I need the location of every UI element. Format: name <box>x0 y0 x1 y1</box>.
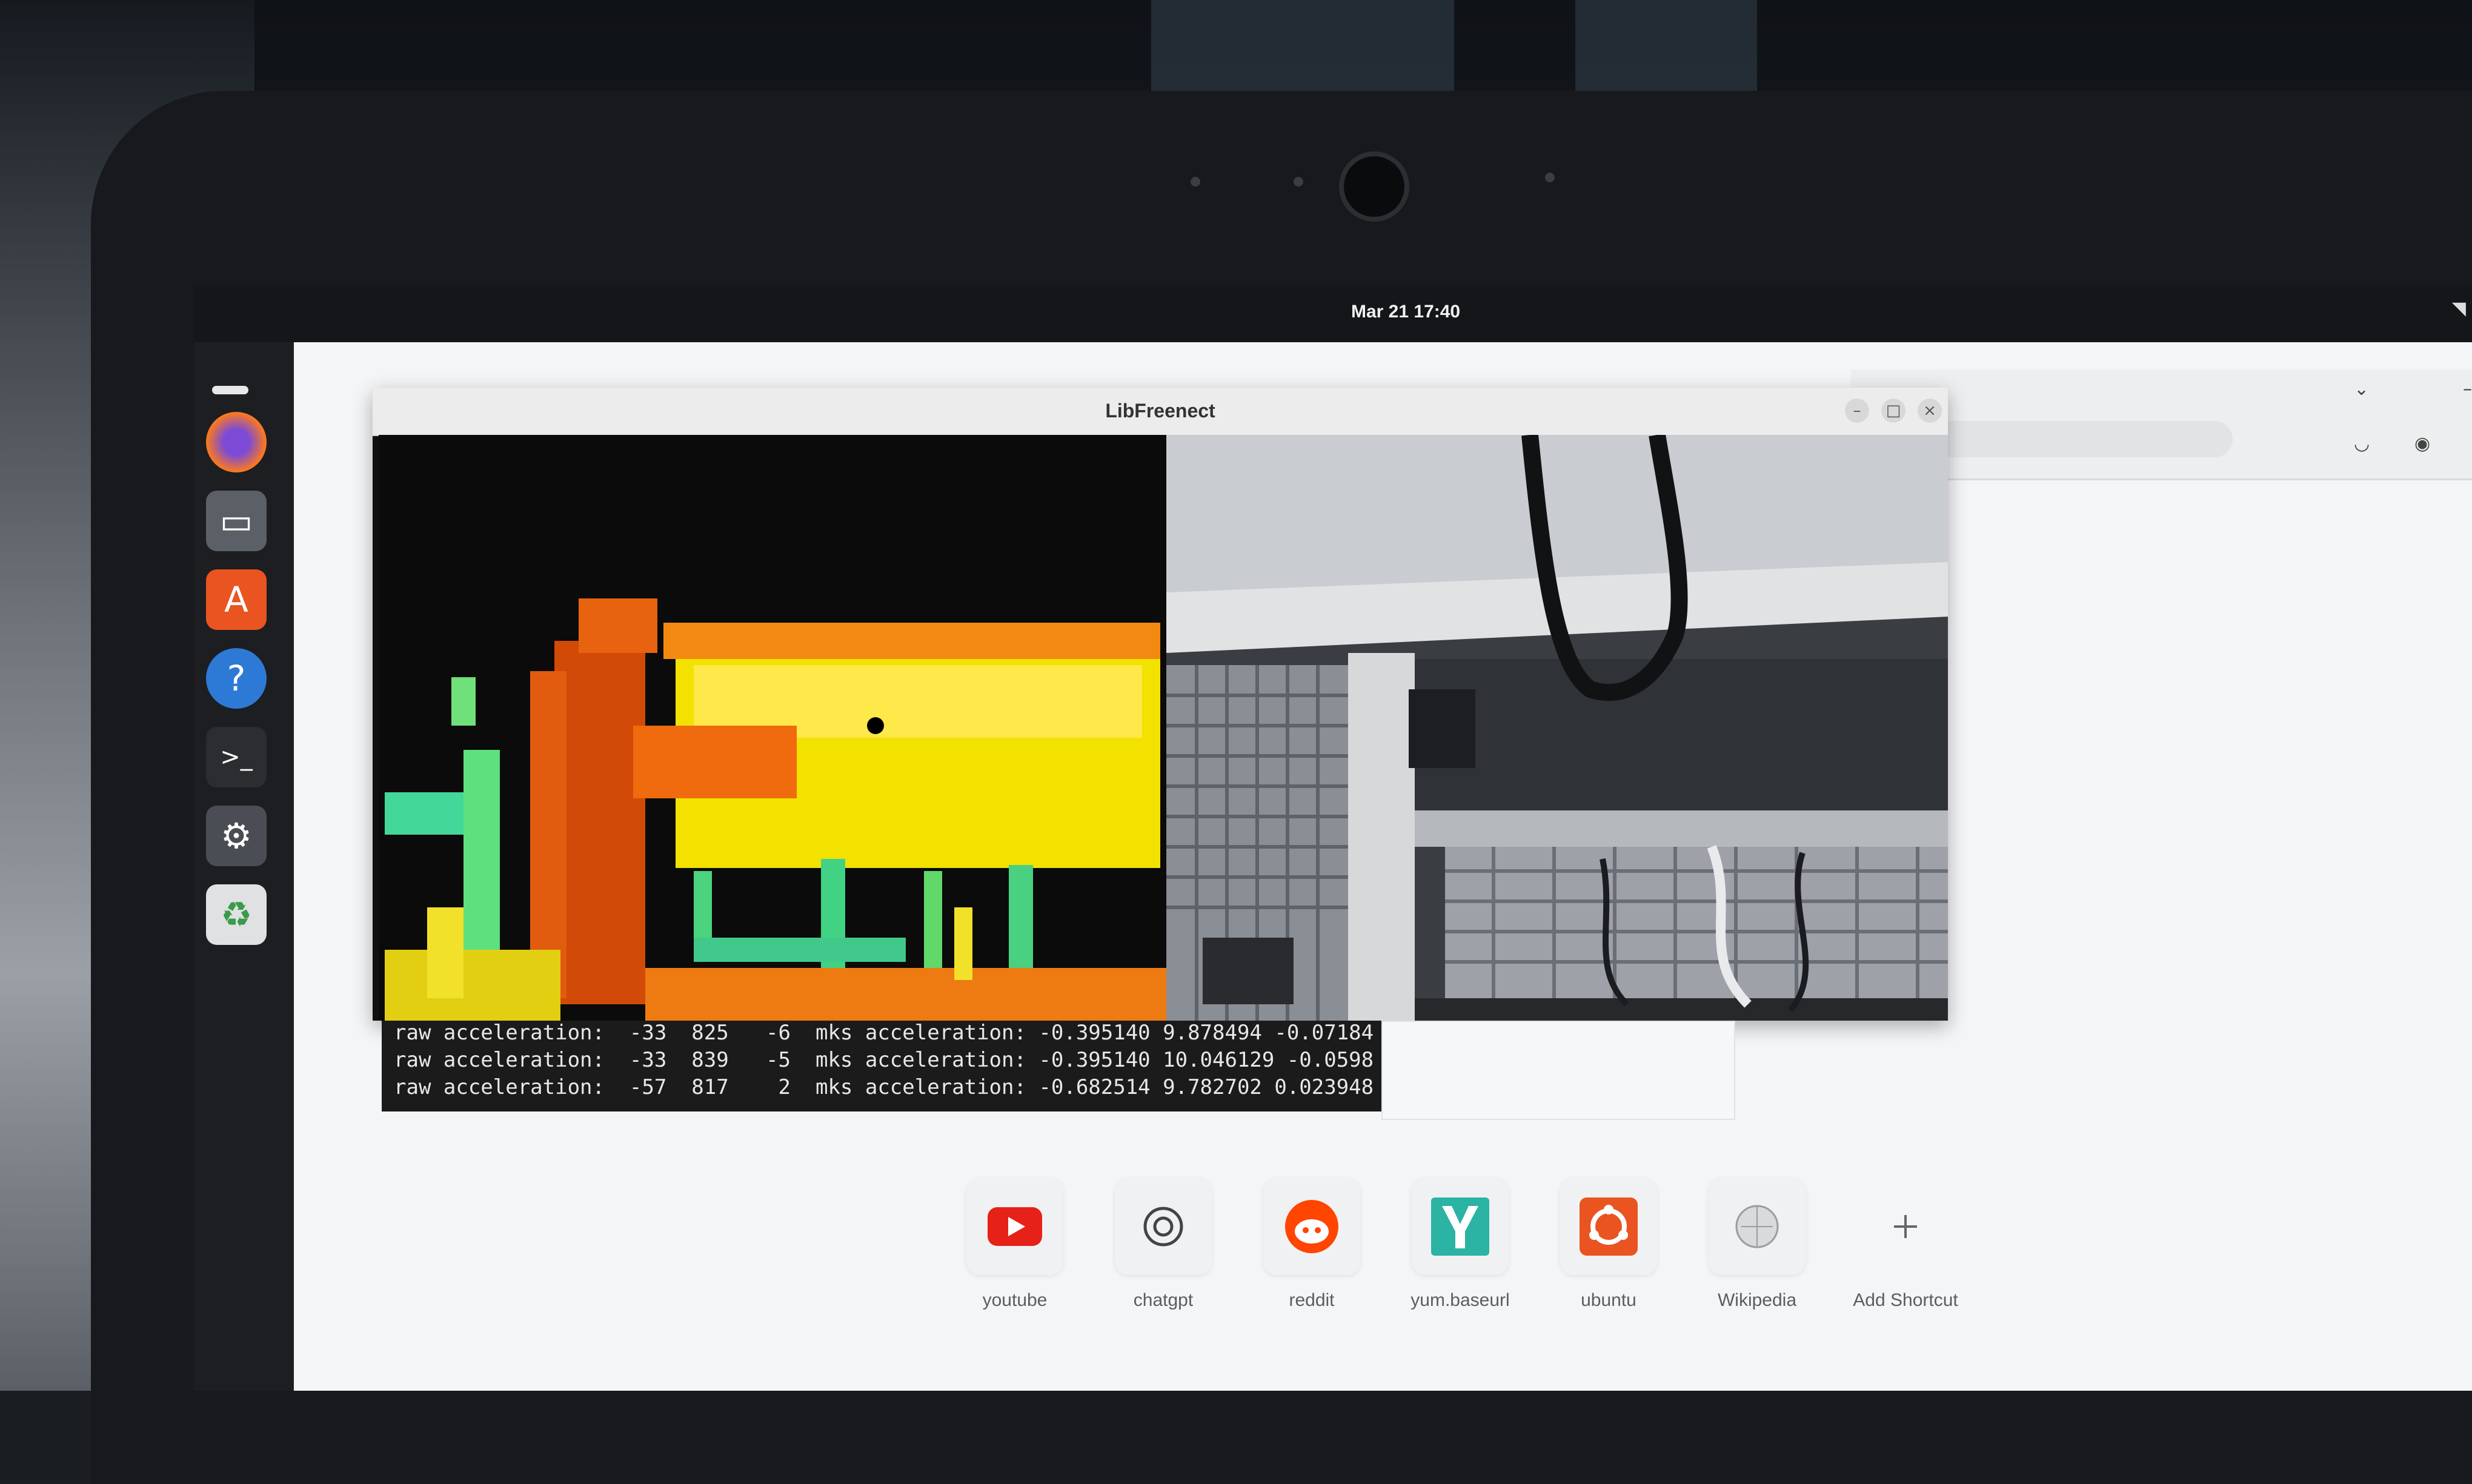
terminal-output[interactable]: raw acceleration: -33 825 -6 mks acceler… <box>382 1021 1381 1111</box>
activities-indicator[interactable] <box>212 386 248 394</box>
ubuntu-icon[interactable] <box>1560 1178 1657 1275</box>
shortcut-label: youtube <box>982 1290 1048 1310</box>
trash-icon[interactable]: ♻ <box>206 884 267 945</box>
sensor-dot <box>1545 173 1555 182</box>
firefox-icon[interactable] <box>206 412 267 472</box>
libfreenect-window[interactable]: LibFreenect – □ × <box>373 388 1948 1021</box>
background-panel <box>1381 1021 1735 1120</box>
webcam <box>1339 151 1409 222</box>
shortcut-label: Wikipedia <box>1717 1290 1797 1310</box>
depth-map-image <box>379 435 1166 1021</box>
wifi-icon[interactable]: ◥ <box>2452 298 2466 319</box>
maximize-button[interactable]: □ <box>1881 399 1905 423</box>
window-title: LibFreenect <box>1105 400 1215 422</box>
camera-image <box>1166 435 1948 1021</box>
shortcut-label: chatgpt <box>1133 1290 1194 1310</box>
terminal-line: raw acceleration: -57 817 2 mks accelera… <box>394 1075 1374 1099</box>
sensor-dot <box>1191 177 1200 187</box>
help-icon[interactable]: ? <box>206 648 267 709</box>
files-icon[interactable]: ▭ <box>206 491 267 551</box>
chevron-down-icon[interactable]: ⌄ <box>2354 379 2369 400</box>
terminal-line: raw acceleration: -33 825 -6 mks acceler… <box>394 1021 1374 1045</box>
shortcut-chatgpt[interactable]: chatgpt <box>1103 1178 1224 1323</box>
depth-view <box>379 435 1166 1021</box>
top-bar: Mar 21 17:40 ◥ <box>194 285 2472 342</box>
youtube-icon[interactable] <box>966 1178 1063 1275</box>
app-center-icon[interactable]: A <box>206 569 267 630</box>
shortcut-reddit[interactable]: reddit <box>1251 1178 1372 1323</box>
wikipedia-icon[interactable] <box>1709 1178 1806 1275</box>
account-icon[interactable]: ◉ <box>2414 433 2430 454</box>
yum-icon[interactable] <box>1412 1178 1509 1275</box>
reddit-icon[interactable] <box>1263 1178 1360 1275</box>
shortcut-grid: youtube chatgpt reddit yum.baseurl ubunt… <box>954 1178 2045 1336</box>
pocket-icon[interactable]: ◡ <box>2354 433 2370 454</box>
shortcut-label: Add Shortcut <box>1853 1290 1958 1310</box>
add-shortcut-button[interactable]: Add Shortcut <box>1845 1178 1966 1323</box>
plus-icon[interactable] <box>1857 1178 1954 1275</box>
gear-icon[interactable]: ⚙ <box>206 806 267 866</box>
dock: ▭ A ? >_ ⚙ ♻ <box>194 342 294 1391</box>
close-button[interactable]: × <box>1918 399 1942 423</box>
minimize-button[interactable]: – <box>1845 399 1869 423</box>
rgb-camera-view <box>1166 435 1948 1021</box>
shortcut-wikipedia[interactable]: Wikipedia <box>1696 1178 1818 1323</box>
shortcut-yum[interactable]: yum.baseurl <box>1400 1178 1521 1323</box>
shortcut-label: yum.baseurl <box>1410 1290 1510 1310</box>
shortcut-label: reddit <box>1289 1290 1335 1310</box>
browser-window: ⌄ – ◡ ◉ LibFreenect – □ × raw accelerati… <box>294 342 2472 1391</box>
terminal-line: raw acceleration: -33 839 -5 mks acceler… <box>394 1048 1374 1072</box>
terminal-icon[interactable]: >_ <box>206 727 267 787</box>
shortcut-label: ubuntu <box>1581 1290 1636 1310</box>
minimize-icon[interactable]: – <box>2463 379 2472 400</box>
shortcut-youtube[interactable]: youtube <box>954 1178 1075 1323</box>
clock[interactable]: Mar 21 17:40 <box>1351 302 1460 322</box>
screen: Mar 21 17:40 ◥ ⌄ – ◡ ◉ LibFreenect – □ × <box>194 285 2472 1391</box>
chatgpt-icon[interactable] <box>1115 1178 1212 1275</box>
window-titlebar[interactable]: LibFreenect – □ × <box>373 388 1948 436</box>
sensor-dot <box>1294 177 1303 187</box>
shortcut-ubuntu[interactable]: ubuntu <box>1548 1178 1669 1323</box>
